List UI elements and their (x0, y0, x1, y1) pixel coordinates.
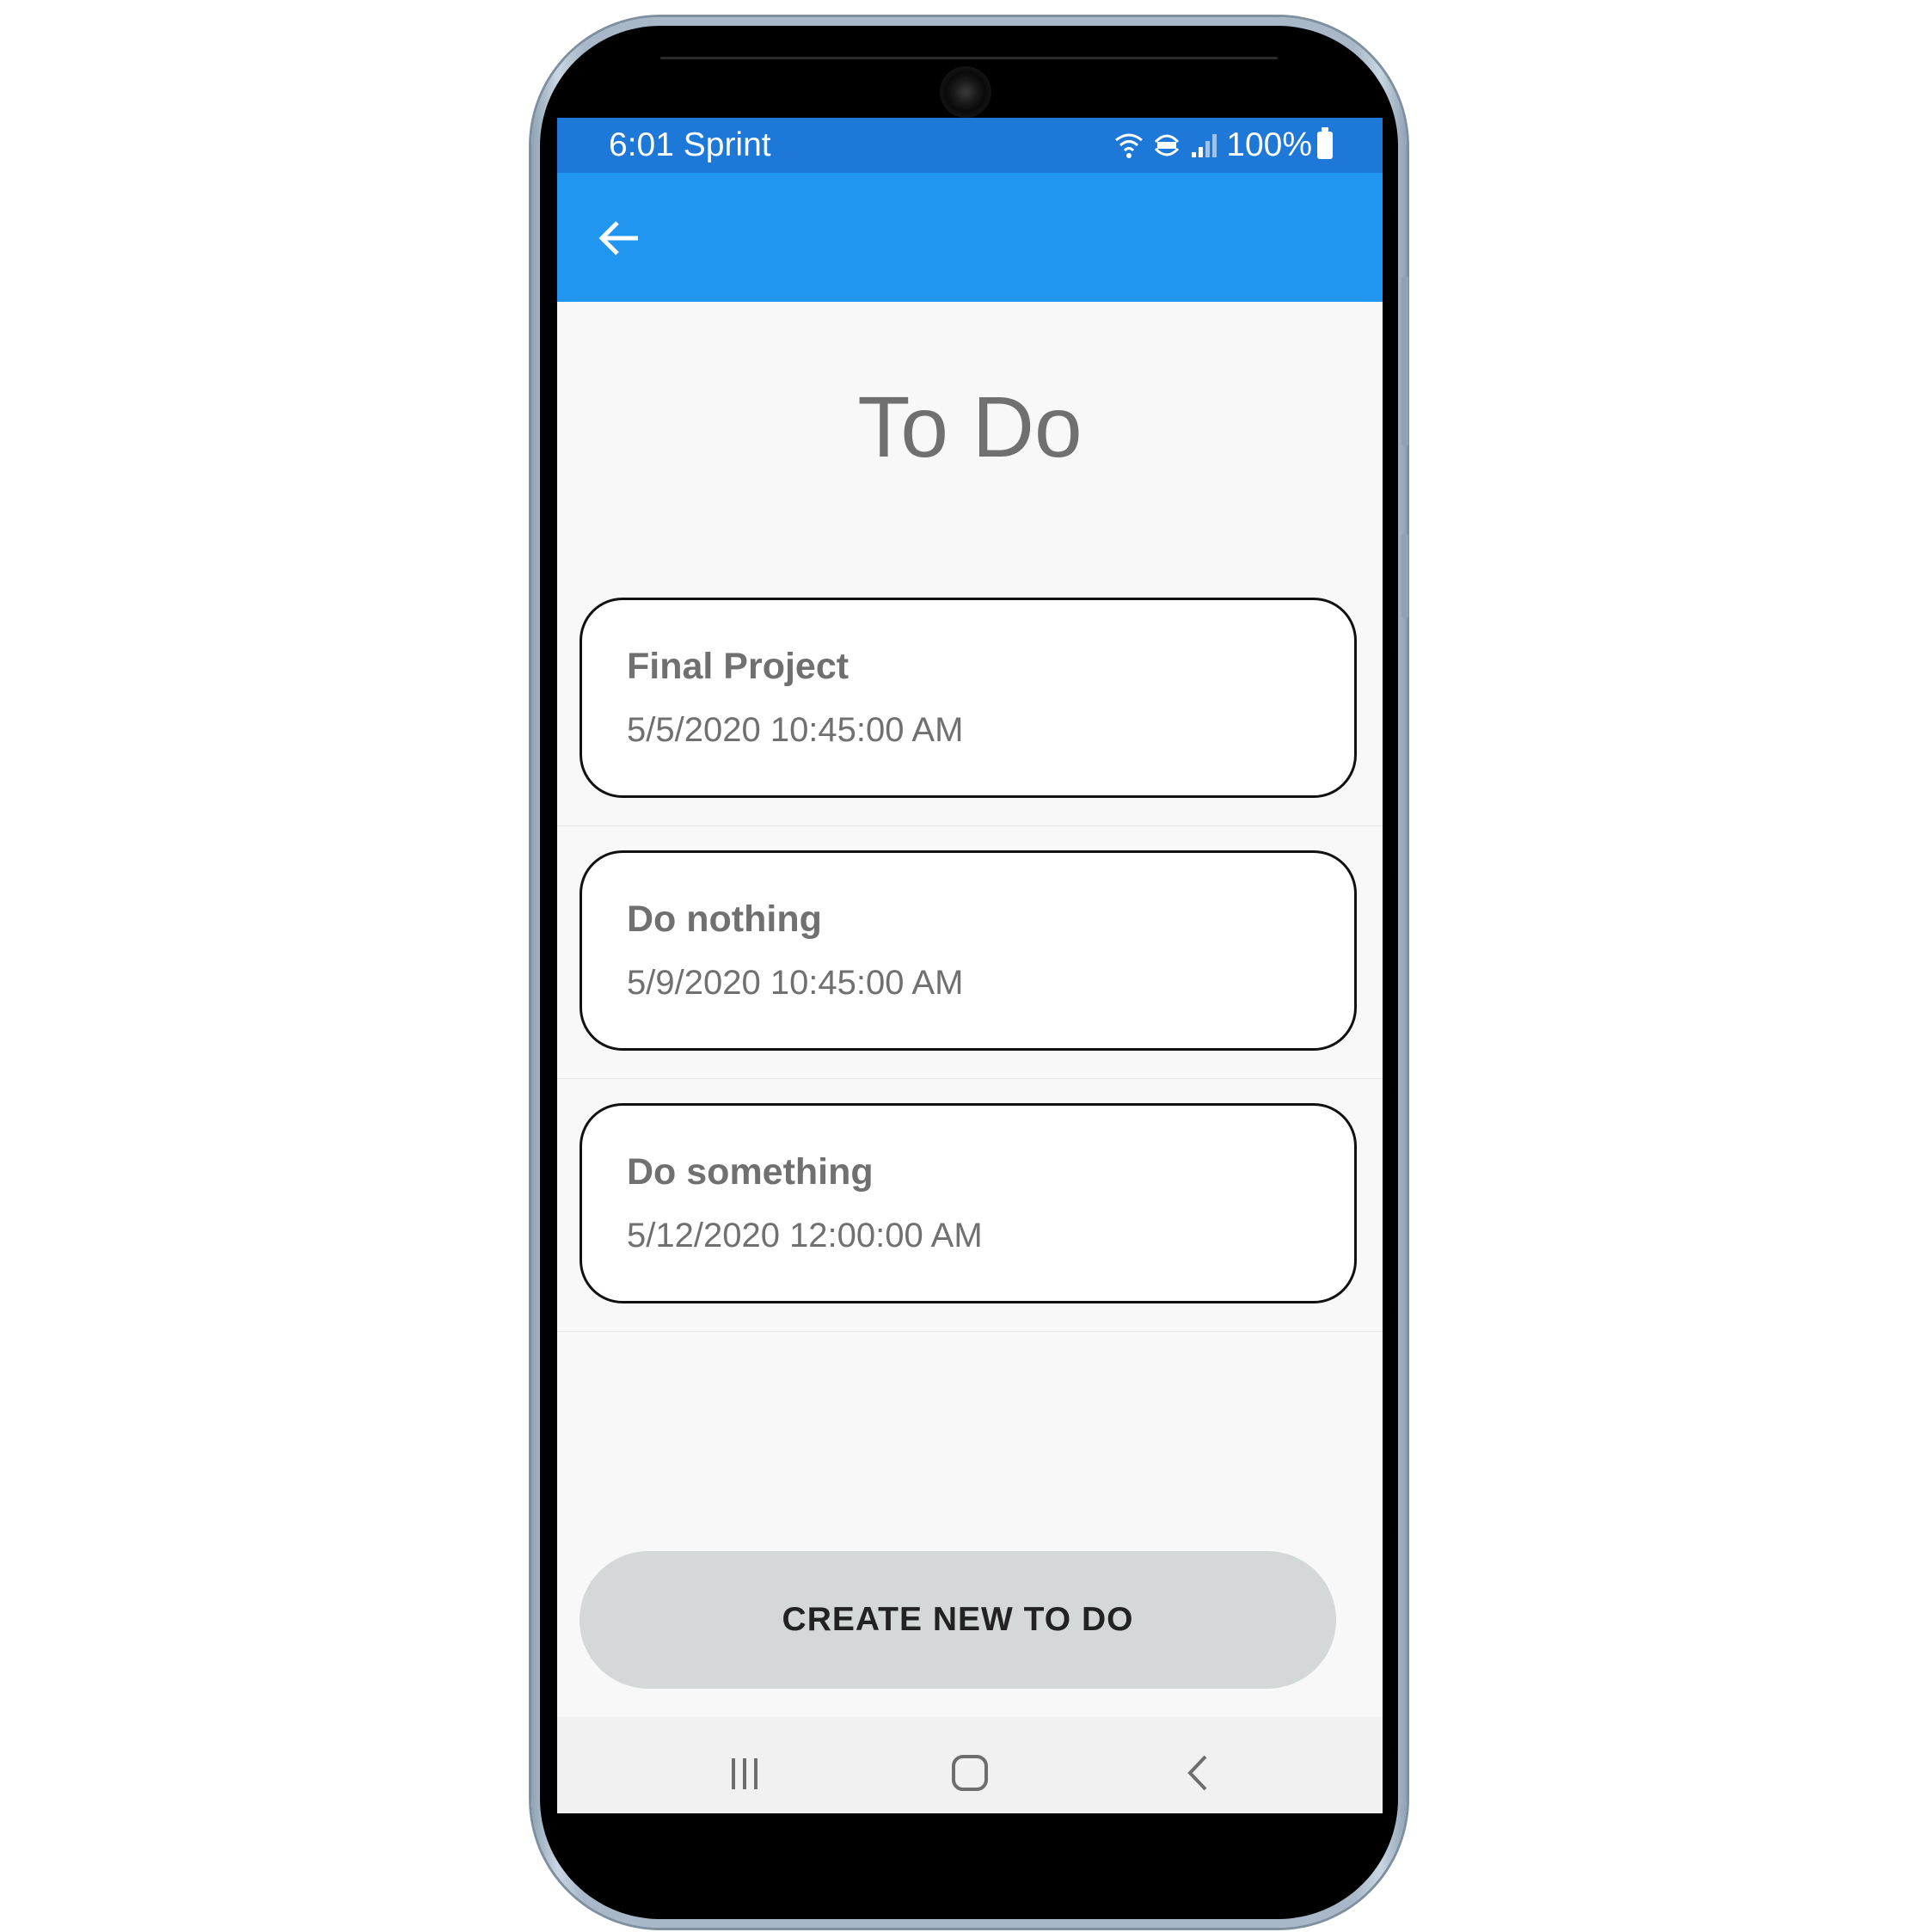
list-item: Do something 5/12/2020 12:00:00 AM (557, 1079, 1383, 1332)
todo-card[interactable]: Do something 5/12/2020 12:00:00 AM (580, 1103, 1357, 1303)
battery-percent: 100% (1226, 126, 1312, 163)
app-bar (557, 173, 1383, 302)
recent-apps-icon[interactable] (715, 1743, 775, 1803)
todo-card[interactable]: Do nothing 5/9/2020 10:45:00 AM (580, 850, 1357, 1051)
todo-card[interactable]: Final Project 5/5/2020 10:45:00 AM (580, 598, 1357, 798)
power-button (1401, 533, 1408, 619)
back-icon[interactable] (1169, 1743, 1230, 1803)
phone-frame: 6:01 Sprint 100% To Do Final Project 5/5… (531, 17, 1408, 1928)
todo-date: 5/9/2020 10:45:00 AM (627, 964, 964, 1002)
battery-icon (1317, 127, 1333, 159)
volume-button (1401, 275, 1408, 447)
arrow-left-icon[interactable] (595, 214, 643, 262)
wifi-icon (1115, 133, 1144, 158)
list-item: Final Project 5/5/2020 10:45:00 AM (557, 573, 1383, 826)
app-screen: 6:01 Sprint 100% To Do Final Project 5/5… (557, 118, 1383, 1813)
todo-title: Do something (627, 1151, 874, 1193)
status-bar: 6:01 Sprint 100% (557, 118, 1383, 173)
signal-icon (1192, 134, 1217, 157)
phone-bezel: 6:01 Sprint 100% To Do Final Project 5/5… (540, 26, 1398, 1919)
page-title: To Do (857, 379, 1083, 475)
todo-date: 5/12/2020 12:00:00 AM (627, 1217, 983, 1254)
create-new-todo-button[interactable]: CREATE NEW TO DO (580, 1551, 1336, 1689)
volte-icon (1155, 134, 1180, 156)
todo-date: 5/5/2020 10:45:00 AM (627, 711, 964, 749)
status-icons: 100% (1113, 126, 1333, 163)
system-nav-bar (557, 1717, 1383, 1813)
todo-title: Do nothing (627, 899, 822, 940)
list-item: Do nothing 5/9/2020 10:45:00 AM (557, 826, 1383, 1079)
status-time-carrier: 6:01 Sprint (609, 126, 771, 163)
front-camera (942, 69, 989, 115)
todo-title: Final Project (627, 646, 849, 687)
speaker-grille (660, 57, 1278, 59)
home-icon[interactable] (940, 1743, 1000, 1803)
todo-list: Final Project 5/5/2020 10:45:00 AM Do no… (557, 573, 1383, 1332)
